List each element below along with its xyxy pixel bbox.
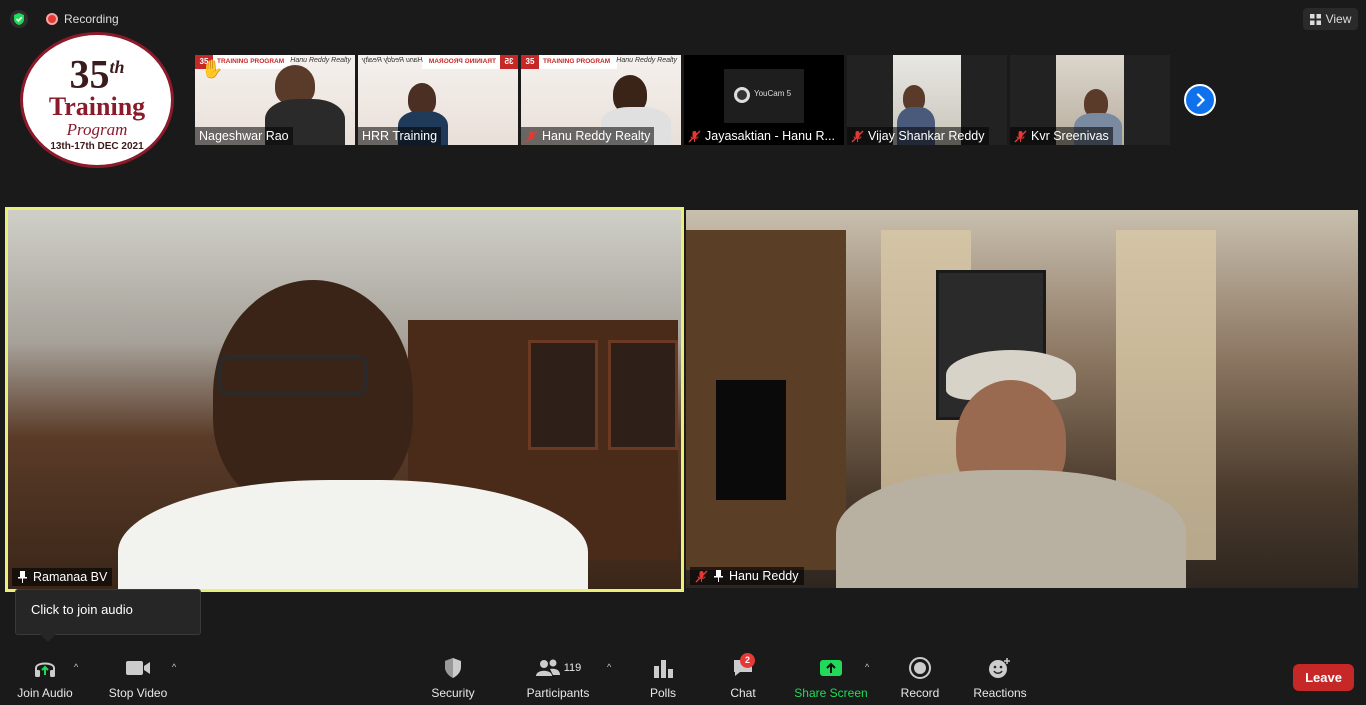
participant-thumbnail[interactable]: YouCam 5 Jayasaktian - Hanu R... xyxy=(684,55,844,145)
headphones-icon xyxy=(35,662,55,677)
muted-mic-icon xyxy=(695,570,708,582)
video-chair xyxy=(716,380,786,500)
pin-icon xyxy=(714,570,723,582)
muted-mic-icon xyxy=(851,130,864,142)
thumbnail-name-tag: Hanu Reddy Realty xyxy=(521,127,655,145)
video-options-caret-icon[interactable]: ^ xyxy=(172,662,182,672)
raised-hand-icon: ✋ xyxy=(201,59,224,79)
video-cabinet xyxy=(608,340,678,450)
slide-banner: 35 xyxy=(500,55,518,69)
video-person xyxy=(218,355,368,395)
video-camera-icon xyxy=(126,661,150,675)
meeting-toolbar: Join Audio ^ Stop Video ^ Security 119 P… xyxy=(0,648,1366,705)
record-label: Record xyxy=(900,686,940,700)
youcam-logo-icon xyxy=(734,87,750,103)
record-button[interactable]: Record xyxy=(898,656,942,700)
muted-mic-icon xyxy=(1014,130,1027,142)
main-video[interactable]: Hanu Reddy xyxy=(686,210,1358,588)
participants-count: 119 xyxy=(563,662,582,674)
chat-unread-badge: 2 xyxy=(740,653,755,668)
slide-banner-text: TRAINING PROGRAM xyxy=(217,58,285,65)
thumbnail-name-tag: HRR Training xyxy=(358,127,442,145)
thumbnail-name: HRR Training xyxy=(362,129,438,143)
logo-number: 35 xyxy=(69,51,110,97)
view-label: View xyxy=(1325,12,1352,26)
polls-button[interactable]: Polls xyxy=(640,656,686,700)
reactions-smiley-icon xyxy=(989,658,1010,678)
slide-logo: Hanu Reddy Realty xyxy=(362,57,423,64)
participants-options-caret-icon[interactable]: ^ xyxy=(607,662,617,672)
logo-suffix: th xyxy=(109,57,125,77)
next-page-arrow-icon[interactable] xyxy=(1184,84,1216,116)
encryption-shield-icon[interactable] xyxy=(10,10,28,28)
thumbnail-name: Kvr Sreenivas xyxy=(1031,129,1109,143)
chat-label: Chat xyxy=(730,686,756,700)
thumbnail-name-tag: Jayasaktian - Hanu R... xyxy=(684,127,839,145)
pin-icon xyxy=(18,571,27,583)
youcam-screen: YouCam 5 xyxy=(724,69,804,123)
youcam-label: YouCam 5 xyxy=(754,89,792,98)
share-screen-arrow-icon xyxy=(820,660,842,676)
participant-thumbnail[interactable]: 35 TRAINING PROGRAM Hanu Reddy Realty HRR… xyxy=(358,55,518,145)
tooltip-tail xyxy=(40,634,56,642)
thumbnail-name: Nageshwar Rao xyxy=(199,129,289,143)
slide-logo: Hanu Reddy Realty xyxy=(290,57,351,64)
participant-thumbnail[interactable]: Kvr Sreenivas xyxy=(1010,55,1170,145)
polls-label: Polls xyxy=(649,686,676,700)
leave-button[interactable]: Leave xyxy=(1293,664,1354,691)
thumbnail-name-tag: Vijay Shankar Reddy xyxy=(847,127,989,145)
main-video-active-speaker[interactable]: Ramanaa BV xyxy=(5,207,684,592)
main-video-name: Hanu Reddy xyxy=(729,569,799,583)
top-bar: Recording View xyxy=(0,0,1366,38)
participant-thumbnail[interactable]: Vijay Shankar Reddy xyxy=(847,55,1007,145)
training-program-logo: 35th Training Program 13th-17th DEC 2021 xyxy=(20,32,174,168)
participant-thumbnail[interactable]: 35 TRAINING PROGRAM Hanu Reddy Realty Han… xyxy=(521,55,681,145)
security-label: Security xyxy=(431,686,475,700)
video-cabinet xyxy=(528,340,598,450)
view-button[interactable]: View xyxy=(1303,8,1358,30)
logo-line1: Training xyxy=(48,92,146,121)
join-audio-button[interactable]: Join Audio xyxy=(12,656,78,700)
security-shield-icon xyxy=(445,658,461,678)
thumbnail-name: Hanu Reddy Realty xyxy=(542,129,651,143)
participants-icon xyxy=(535,659,560,676)
audio-options-caret-icon[interactable]: ^ xyxy=(74,662,84,672)
participants-button[interactable]: 119 Participants xyxy=(522,656,594,700)
slide-banner: 35 xyxy=(521,55,539,69)
reactions-button[interactable]: Reactions xyxy=(972,656,1028,700)
recording-indicator-icon xyxy=(46,13,58,25)
recording-label: Recording xyxy=(64,12,119,26)
stop-video-label: Stop Video xyxy=(108,686,168,700)
participant-thumbnail[interactable]: 35 TRAINING PROGRAM Hanu Reddy Realty ✋ N… xyxy=(195,55,355,145)
thumbnail-name-tag: Kvr Sreenivas xyxy=(1010,127,1113,145)
share-options-caret-icon[interactable]: ^ xyxy=(865,662,875,672)
thumbnail-name: Vijay Shankar Reddy xyxy=(868,129,985,143)
slide-logo: Hanu Reddy Realty xyxy=(616,57,677,64)
join-audio-tooltip: Click to join audio xyxy=(15,589,201,635)
main-video-name: Ramanaa BV xyxy=(33,570,108,584)
polls-chart-icon xyxy=(654,660,673,678)
security-button[interactable]: Security xyxy=(425,656,481,700)
video-person xyxy=(213,280,413,510)
stop-video-button[interactable]: Stop Video xyxy=(105,656,171,700)
slide-banner-text: TRAINING PROGRAM xyxy=(543,58,611,65)
thumbnail-name-tag: Nageshwar Rao xyxy=(195,127,293,145)
thumbnail-name: Jayasaktian - Hanu R... xyxy=(705,129,835,143)
share-screen-label: Share Screen xyxy=(794,686,868,700)
chat-button[interactable]: 2 Chat xyxy=(722,653,764,700)
main-video-name-tag: Hanu Reddy xyxy=(690,567,804,585)
logo-line2: Program xyxy=(66,120,128,139)
join-audio-label: Join Audio xyxy=(17,686,73,700)
participants-label: Participants xyxy=(526,686,590,700)
share-screen-button[interactable]: Share Screen xyxy=(794,656,868,700)
logo-dates: 13th-17th DEC 2021 xyxy=(50,141,144,152)
grid-view-icon xyxy=(1309,13,1321,25)
slide-banner-text: TRAINING PROGRAM xyxy=(428,58,496,65)
muted-mic-icon xyxy=(525,130,538,142)
video-person xyxy=(836,470,1186,588)
main-video-name-tag: Ramanaa BV xyxy=(12,568,113,586)
record-icon xyxy=(909,657,931,679)
reactions-label: Reactions xyxy=(973,686,1027,700)
muted-mic-icon xyxy=(688,130,701,142)
